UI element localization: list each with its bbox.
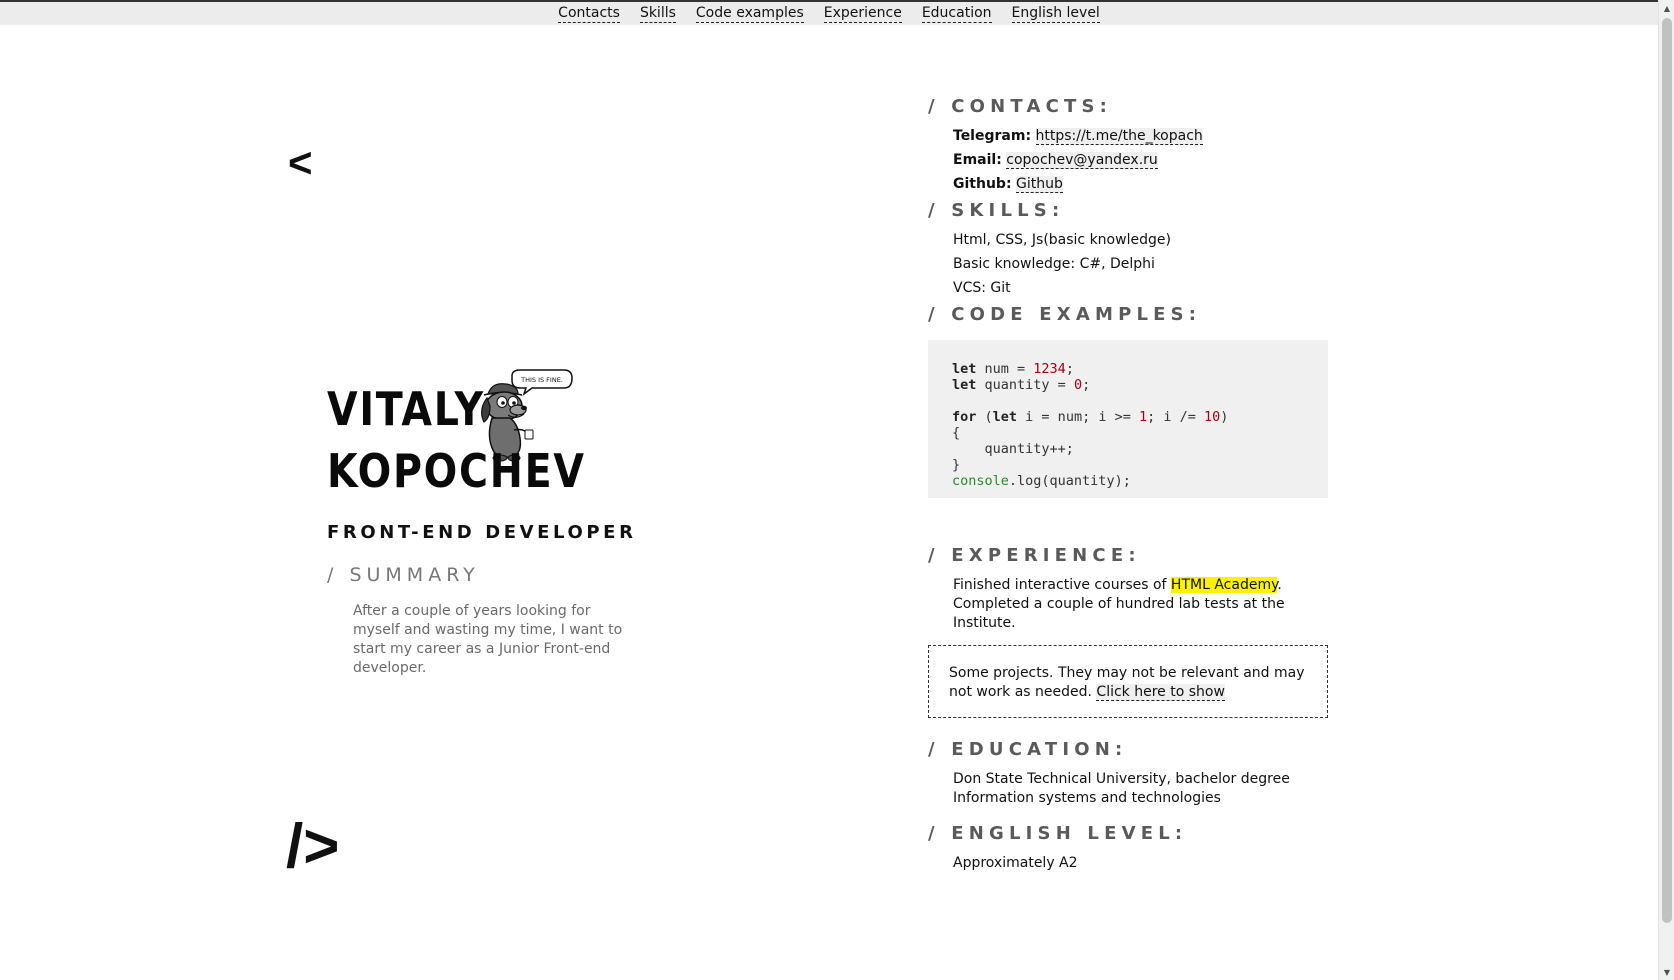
github-link[interactable]: Github	[1016, 176, 1063, 193]
code-text: )	[1220, 409, 1229, 425]
scroll-down-arrow-icon[interactable]: ▼	[1659, 964, 1674, 980]
vertical-scrollbar[interactable]: ▲ ▼	[1658, 0, 1674, 980]
code-line: console.log(quantity);	[952, 473, 1304, 489]
experience-text: Finished interactive courses of HTML Aca…	[953, 576, 1328, 633]
email-row: Email: copochev@yandex.ru	[953, 151, 1328, 170]
contacts-heading: / CONTACTS:	[928, 96, 1113, 117]
code-line: let quantity = 0;	[952, 377, 1304, 393]
code-text: ;	[1082, 377, 1091, 393]
projects-box: Some projects. They may not be relevant …	[928, 645, 1328, 718]
html-academy-link[interactable]: HTML Academy	[1170, 577, 1278, 593]
resume-sections: / CONTACTS: Telegram: https://t.me/the_k…	[928, 95, 1328, 873]
skills-heading: / SKILLS:	[928, 200, 1065, 221]
code-line: for (let i = num; i >= 1; i /= 10)	[952, 409, 1304, 425]
code-text: quantity =	[976, 377, 1074, 393]
scrollbar-thumb[interactable]	[1662, 18, 1672, 923]
code-keyword: let	[992, 409, 1018, 425]
top-navigation: Contacts Skills Code examples Experience…	[0, 0, 1658, 25]
skill-item: VCS: Git	[953, 280, 1011, 296]
scroll-up-arrow-icon[interactable]: ▲	[1659, 0, 1674, 16]
contacts-section: Telegram: https://t.me/the_kopach Email:…	[928, 127, 1328, 194]
code-line: let num = 1234;	[952, 361, 1304, 377]
telegram-label: Telegram:	[953, 128, 1032, 144]
code-text: ;	[1065, 361, 1074, 377]
github-row: Github: Github	[953, 175, 1328, 194]
nav-link-english-level[interactable]: English level	[1011, 5, 1100, 23]
code-function: console	[952, 473, 1009, 489]
telegram-row: Telegram: https://t.me/the_kopach	[953, 127, 1328, 146]
email-label: Email:	[953, 152, 1002, 168]
code-text: .log(quantity);	[1008, 473, 1131, 489]
nav-link-education[interactable]: Education	[921, 5, 992, 23]
nav-link-skills[interactable]: Skills	[639, 5, 676, 23]
person-name: VITALY KOPOCHEV	[327, 378, 586, 502]
experience-heading: / EXPERIENCE:	[928, 545, 1141, 566]
name-first: VITALY	[327, 382, 485, 436]
code-text: num =	[976, 361, 1034, 377]
email-link[interactable]: copochev@yandex.ru	[1006, 152, 1158, 169]
skills-section: Html, CSS, Js(basic knowledge) Basic kno…	[928, 231, 1328, 298]
code-text: i = num; i >=	[1017, 409, 1139, 425]
english-level-section: Approximately A2	[928, 854, 1328, 873]
code-line: }	[952, 457, 961, 473]
code-keyword: let	[952, 377, 977, 393]
code-keyword: let	[952, 361, 977, 377]
experience-text-start: Finished interactive courses of	[953, 577, 1171, 593]
experience-section: Finished interactive courses of HTML Aca…	[928, 576, 1328, 633]
code-line: {	[952, 425, 961, 441]
code-number: 1	[1138, 409, 1148, 425]
code-example-block: let num = 1234; let quantity = 0; for (l…	[928, 340, 1328, 498]
telegram-link[interactable]: https://t.me/the_kopach	[1035, 128, 1203, 145]
education-specialty: Information systems and technologies	[953, 790, 1221, 806]
skill-item: Html, CSS, Js(basic knowledge)	[953, 232, 1171, 248]
code-text: (	[976, 409, 993, 425]
education-heading: / EDUCATION:	[928, 739, 1128, 760]
code-examples-heading: / CODE EXAMPLES:	[928, 304, 1202, 325]
show-projects-link[interactable]: Click here to show	[1096, 684, 1225, 701]
decorative-close-bracket: />	[286, 812, 340, 881]
code-number: 10	[1204, 409, 1221, 425]
code-number: 1234	[1033, 361, 1066, 377]
skill-item: Basic knowledge: C#, Delphi	[953, 256, 1155, 272]
english-level-value: Approximately A2	[953, 855, 1078, 871]
nav-link-contacts[interactable]: Contacts	[558, 5, 620, 23]
code-text: ; i /=	[1147, 409, 1205, 425]
name-last: KOPOCHEV	[327, 444, 586, 498]
job-title: FRONT-END DEVELOPER	[327, 522, 637, 543]
nav-link-experience[interactable]: Experience	[823, 5, 902, 23]
code-line: quantity++;	[952, 441, 1074, 457]
english-level-heading: / ENGLISH LEVEL:	[928, 823, 1188, 844]
github-label: Github:	[953, 176, 1012, 192]
summary-text: After a couple of years looking for myse…	[353, 603, 623, 676]
education-section: Don State Technical University, bachelor…	[928, 770, 1328, 808]
decorative-open-bracket: <	[288, 139, 313, 186]
code-number: 0	[1073, 377, 1083, 393]
nav-link-code-examples[interactable]: Code examples	[695, 5, 804, 23]
education-university: Don State Technical University, bachelor…	[953, 771, 1290, 787]
summary-heading: / SUMMARY	[327, 564, 480, 586]
code-keyword: for	[952, 409, 977, 425]
